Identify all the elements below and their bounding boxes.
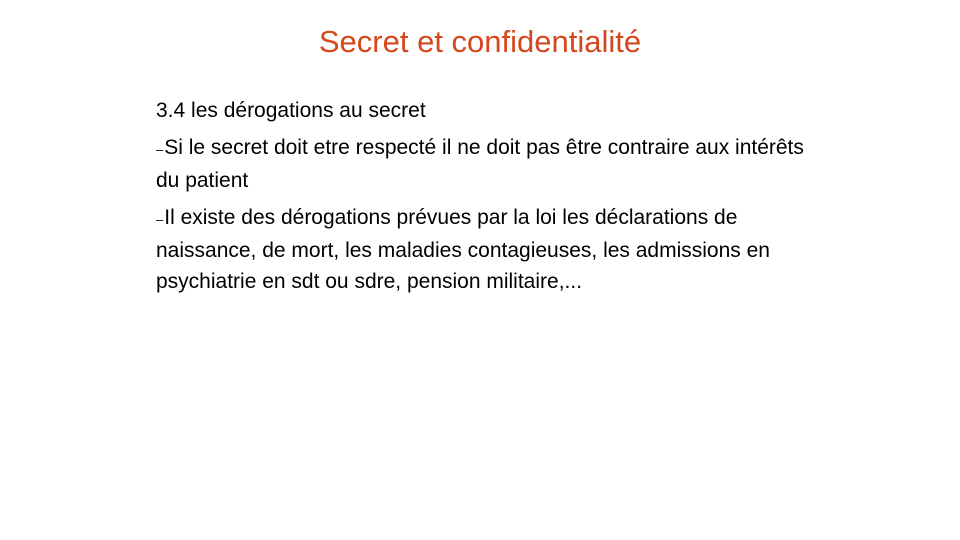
- slide-body: 3.4 les dérogations au secret –Si le sec…: [156, 95, 816, 303]
- bullet-item: –Si le secret doit etre respecté il ne d…: [156, 132, 816, 196]
- slide: Secret et confidentialité 3.4 les déroga…: [0, 0, 960, 540]
- bullet-text: Si le secret doit etre respecté il ne do…: [156, 136, 804, 192]
- section-heading: 3.4 les dérogations au secret: [156, 99, 426, 122]
- dash-bullet-icon: –: [156, 142, 164, 157]
- bullet-item: –Il existe des dérogations prévues par l…: [156, 202, 816, 297]
- slide-title: Secret et confidentialité: [318, 24, 642, 59]
- bullet-text: Il existe des dérogations prévues par la…: [156, 206, 770, 293]
- dash-bullet-icon: –: [156, 212, 164, 227]
